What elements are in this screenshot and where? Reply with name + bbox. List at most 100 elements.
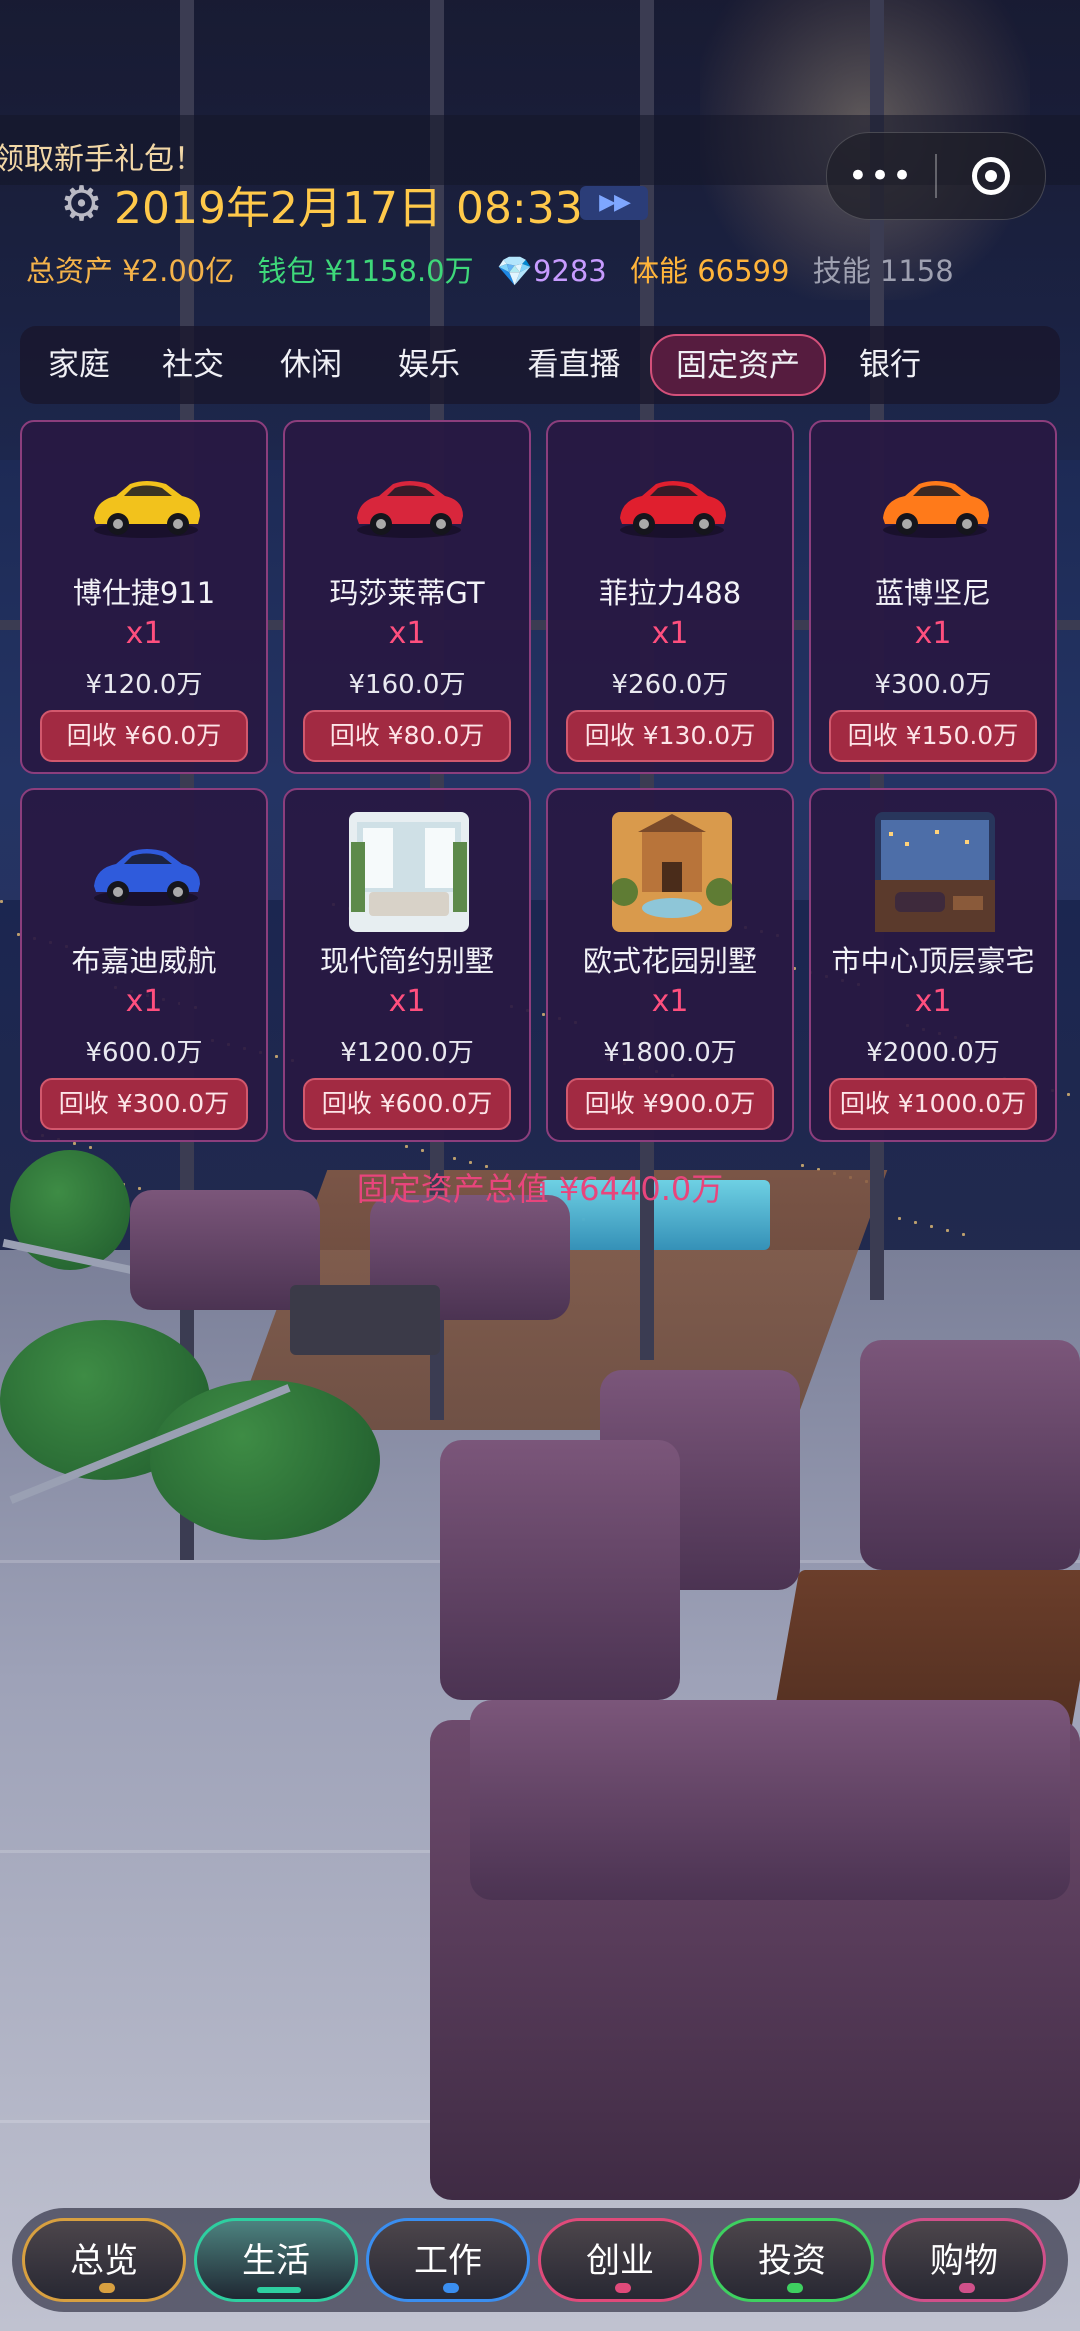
asset-quantity: x1	[125, 616, 163, 651]
asset-name: 菲拉力488	[598, 576, 742, 610]
bottom-nav: 总览 生活 工作 创业 投资 购物	[12, 2208, 1068, 2312]
asset-card: 玛莎莱蒂GT x1 ¥160.0万 回收 ¥80.0万	[283, 420, 531, 774]
nav-indicator	[787, 2283, 803, 2293]
category-tabs: 家庭 社交 休闲 娱乐 看直播 固定资产 银行	[20, 326, 1060, 404]
city-light	[1067, 1093, 1070, 1096]
asset-card: 现代简约别墅 x1 ¥1200.0万 回收 ¥600.0万	[283, 788, 531, 1142]
asset-name: 市中心顶层豪宅	[831, 944, 1035, 978]
asset-price: ¥2000.0万	[866, 1038, 1000, 1068]
mini-program-capsule: •••	[826, 132, 1046, 220]
tab-bank[interactable]: 银行	[848, 326, 932, 404]
modern-villa-icon	[349, 812, 469, 932]
asset-card: 博仕捷911 x1 ¥120.0万 回收 ¥60.0万	[20, 420, 268, 774]
yellow-sports-car-icon	[86, 444, 206, 554]
nav-indicator	[99, 2283, 115, 2293]
nav-life[interactable]: 生活	[194, 2218, 358, 2302]
large-sofa-back	[470, 1700, 1070, 1900]
gem-count: 💎9283	[496, 254, 607, 288]
sell-button[interactable]: 回收 ¥80.0万	[303, 710, 511, 762]
nav-indicator	[443, 2283, 459, 2293]
nav-label: 投资	[758, 2241, 826, 2281]
asset-quantity: x1	[914, 984, 952, 1019]
wallet-balance: 钱包 ¥1158.0万	[257, 254, 474, 288]
more-button[interactable]: •••	[827, 156, 935, 196]
nav-shopping[interactable]: 购物	[882, 2218, 1046, 2302]
nav-indicator	[257, 2287, 301, 2293]
tab-social[interactable]: 社交	[148, 326, 238, 404]
sell-button[interactable]: 回收 ¥130.0万	[566, 710, 774, 762]
city-light	[946, 1229, 949, 1232]
sell-button[interactable]: 回收 ¥150.0万	[829, 710, 1037, 762]
asset-card: 蓝博坚尼 x1 ¥300.0万 回收 ¥150.0万	[809, 420, 1057, 774]
city-light	[930, 1225, 933, 1228]
orange-supercar-icon	[875, 444, 995, 554]
city-light	[962, 1233, 965, 1236]
asset-quantity: x1	[125, 984, 163, 1019]
outdoor-table	[290, 1285, 440, 1355]
tab-family[interactable]: 家庭	[34, 326, 124, 404]
asset-price: ¥120.0万	[85, 670, 203, 700]
asset-quantity: x1	[651, 616, 689, 651]
sell-button[interactable]: 回收 ¥60.0万	[40, 710, 248, 762]
city-light	[275, 1055, 278, 1058]
blue-hypercar-icon	[86, 812, 206, 922]
nav-label: 购物	[930, 2241, 998, 2281]
tab-livestream[interactable]: 看直播	[514, 326, 634, 404]
plant	[150, 1380, 380, 1540]
city-light	[453, 1157, 456, 1160]
asset-name: 欧式花园别墅	[582, 944, 757, 978]
nav-label: 总览	[70, 2241, 138, 2281]
city-light	[914, 1221, 917, 1224]
city-light	[542, 1013, 545, 1016]
asset-card: 菲拉力488 x1 ¥260.0万 回收 ¥130.0万	[546, 420, 794, 774]
asset-price: ¥600.0万	[85, 1038, 203, 1068]
city-light	[898, 1217, 901, 1220]
sell-button[interactable]: 回收 ¥900.0万	[566, 1078, 774, 1130]
asset-name: 布嘉迪威航	[71, 944, 217, 978]
garden-villa-icon	[610, 812, 734, 932]
gear-icon[interactable]: ⚙	[60, 180, 106, 228]
nav-indicator	[615, 2283, 631, 2293]
date-bar: ⚙ 2019年2月17日 08:33	[60, 172, 583, 236]
sofa	[860, 1340, 1080, 1570]
city-light	[0, 900, 3, 903]
asset-name: 玛莎莱蒂GT	[329, 576, 485, 610]
city-light	[421, 1149, 424, 1152]
asset-price: ¥1800.0万	[603, 1038, 737, 1068]
nav-startup[interactable]: 创业	[538, 2218, 702, 2302]
asset-quantity: x1	[651, 984, 689, 1019]
nav-indicator	[959, 2283, 975, 2293]
stats-row: 总资产 ¥2.00亿 钱包 ¥1158.0万 💎9283 体能 66599 技能…	[26, 248, 968, 290]
sell-button[interactable]: 回收 ¥300.0万	[40, 1078, 248, 1130]
skill-value: 技能 1158	[812, 254, 954, 288]
sell-button[interactable]: 回收 ¥1000.0万	[829, 1078, 1037, 1130]
asset-price: ¥260.0万	[611, 670, 729, 700]
sell-button[interactable]: 回收 ¥600.0万	[303, 1078, 511, 1130]
asset-price: ¥1200.0万	[340, 1038, 474, 1068]
fast-forward-button[interactable]: ▶▶	[580, 186, 648, 220]
city-light	[73, 1142, 76, 1145]
asset-card: 欧式花园别墅 x1 ¥1800.0万 回收 ¥900.0万	[546, 788, 794, 1142]
asset-name: 现代简约别墅	[319, 944, 494, 978]
total-assets: 总资产 ¥2.00亿	[26, 254, 235, 288]
armchair	[440, 1440, 680, 1700]
red-supercar-icon	[612, 444, 732, 554]
nav-overview[interactable]: 总览	[22, 2218, 186, 2302]
tab-fixed-assets[interactable]: 固定资产	[650, 334, 826, 396]
tab-leisure[interactable]: 休闲	[266, 326, 356, 404]
close-icon	[972, 157, 1010, 195]
nav-invest[interactable]: 投资	[710, 2218, 874, 2302]
red-coupe-icon	[349, 444, 469, 554]
penthouse-icon	[875, 812, 995, 932]
asset-quantity: x1	[388, 984, 426, 1019]
asset-card: 布嘉迪威航 x1 ¥600.0万 回收 ¥300.0万	[20, 788, 268, 1142]
game-date: 2019年2月17日 08:33	[114, 183, 583, 234]
city-light	[89, 1146, 92, 1149]
nav-work[interactable]: 工作	[366, 2218, 530, 2302]
nav-label: 创业	[586, 2241, 654, 2281]
close-button[interactable]	[937, 157, 1045, 195]
asset-price: ¥300.0万	[874, 670, 992, 700]
nav-label: 工作	[414, 2241, 482, 2281]
asset-card: 市中心顶层豪宅 x1 ¥2000.0万 回收 ¥1000.0万	[809, 788, 1057, 1142]
tab-entertainment[interactable]: 娱乐	[384, 326, 474, 404]
